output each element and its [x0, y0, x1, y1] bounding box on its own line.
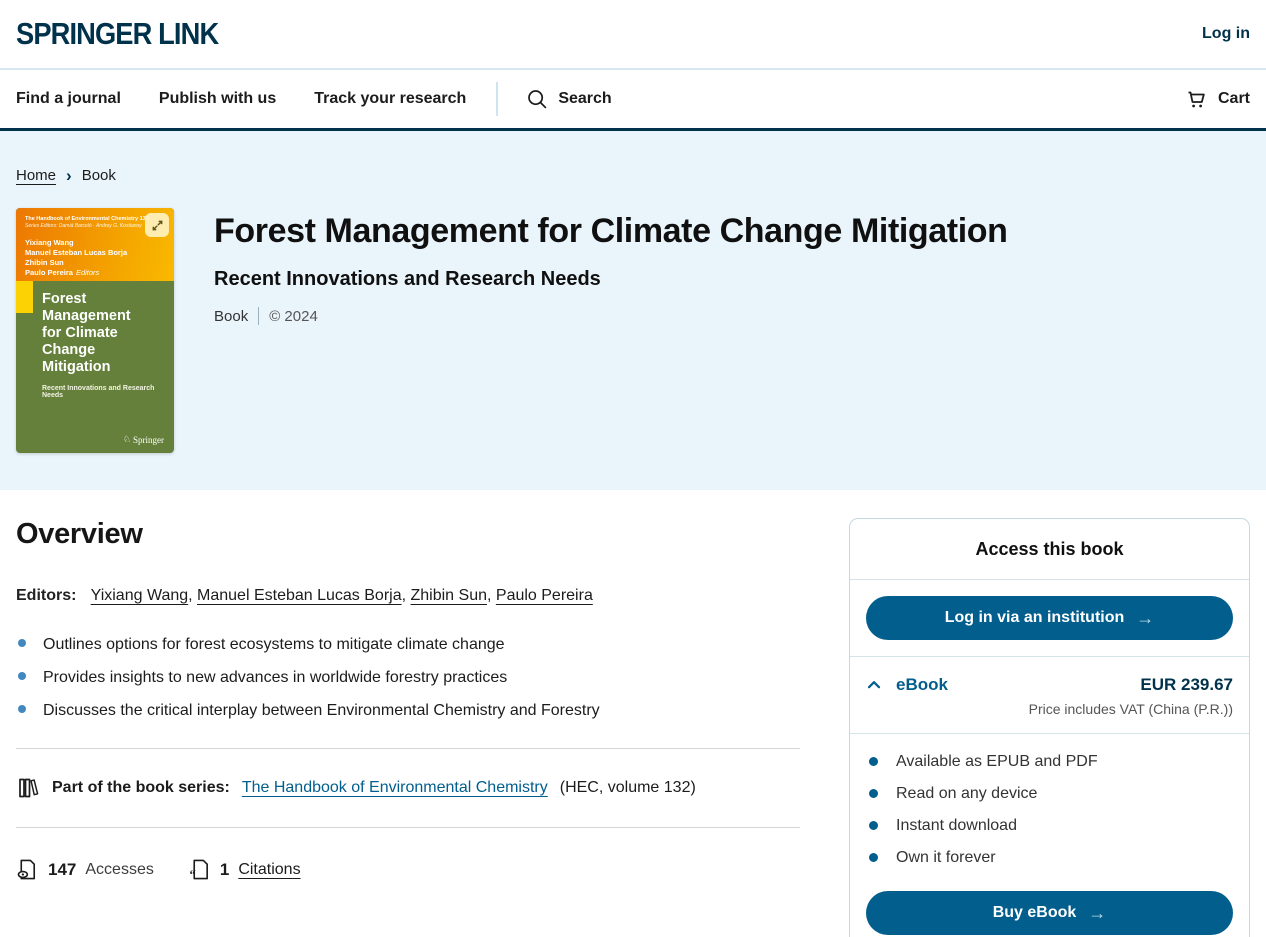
chevron-up-icon [866, 677, 882, 693]
cover-subtitle: Recent Innovations and Research Needs [42, 385, 165, 399]
editor-link[interactable]: Yixiang Wang [91, 587, 189, 604]
book-cover: The Handbook of Environmental Chemistry … [16, 208, 174, 453]
citations-icon: “ [188, 858, 211, 881]
accesses-count: 147 [48, 860, 76, 880]
overview-heading: Overview [16, 518, 800, 551]
series-link[interactable]: The Handbook of Environmental Chemistry [242, 779, 548, 797]
breadcrumb-home-link[interactable]: Home [16, 167, 56, 184]
access-card-title: Access this book [850, 519, 1249, 580]
ebook-features: Available as EPUB and PDF Read on any de… [850, 734, 1249, 885]
book-meta: Book © 2024 [214, 307, 1008, 325]
editors-label: Editors: [16, 587, 76, 604]
site-header: SPRINGER LINK Log in [0, 0, 1266, 70]
cart-button[interactable]: Cart [1184, 87, 1250, 111]
ebook-label: eBook [896, 675, 948, 695]
access-this-book-card: Access this book Log in via an instituti… [849, 518, 1250, 937]
svg-text:“: “ [189, 868, 195, 881]
citations-metric: “ 1 Citations [188, 858, 301, 881]
cover-expand-button[interactable] [145, 213, 169, 237]
copyright-year: © 2024 [269, 308, 318, 325]
search-label: Search [558, 90, 611, 108]
series-volume: (HEC, volume 132) [560, 779, 696, 797]
springer-publisher-logo: ♘ Springer [123, 434, 164, 445]
accesses-label: Accesses [85, 861, 153, 879]
citations-link[interactable]: Citations [238, 861, 300, 879]
content-type: Book [214, 308, 248, 325]
login-via-institution-button[interactable]: Log in via an institution → [866, 596, 1233, 640]
cover-title: Forest Management for Climate Change Mit… [42, 291, 165, 377]
accesses-metric: 147 Accesses [16, 858, 154, 881]
editor-link[interactable]: Paulo Pereira [496, 587, 593, 604]
accesses-icon [16, 858, 39, 881]
ebook-price: EUR 239.67 [1029, 675, 1233, 695]
search-icon [526, 88, 548, 110]
nav-publish-with-us[interactable]: Publish with us [159, 90, 276, 108]
editors-line: Editors: Yixiang Wang, Manuel Esteban Lu… [16, 587, 800, 605]
springer-link-logo[interactable]: SPRINGER LINK [16, 16, 218, 52]
editors-links: Yixiang Wang, Manuel Esteban Lucas Borja… [91, 587, 593, 604]
chevron-right-icon: › [66, 167, 72, 184]
nav-find-a-journal[interactable]: Find a journal [16, 90, 121, 108]
arrow-right-icon: → [1088, 904, 1106, 922]
meta-divider [258, 307, 259, 325]
book-series-icon [16, 776, 40, 800]
search-button[interactable]: Search [526, 88, 611, 110]
main-nav: Find a journal Publish with us Track you… [0, 70, 1266, 131]
series-label: Part of the book series: [52, 779, 230, 797]
editor-link[interactable]: Manuel Esteban Lucas Borja [197, 587, 402, 604]
vat-note: Price includes VAT (China (P.R.)) [1029, 701, 1233, 717]
cart-label: Cart [1218, 90, 1250, 108]
metrics-row: 147 Accesses “ 1 Citations [16, 858, 800, 881]
overview-bullets: Outlines options for forest ecosystems t… [16, 635, 800, 721]
nav-track-your-research[interactable]: Track your research [314, 90, 466, 108]
book-series-row: Part of the book series: The Handbook of… [16, 776, 800, 800]
nav-divider [496, 82, 498, 116]
ebook-feature: Read on any device [866, 785, 1233, 803]
divider [16, 748, 800, 749]
log-in-link[interactable]: Log in [1202, 25, 1250, 43]
page-title: Forest Management for Climate Change Mit… [214, 212, 1008, 251]
book-hero: Home › Book The Handbook of Environmenta… [0, 131, 1266, 490]
ebook-feature: Instant download [866, 817, 1233, 835]
ebook-feature: Available as EPUB and PDF [866, 753, 1233, 771]
ebook-toggle[interactable]: eBook [866, 675, 948, 695]
overview-bullet: Outlines options for forest ecosystems t… [16, 635, 800, 655]
book-subtitle: Recent Innovations and Research Needs [214, 268, 1008, 291]
breadcrumb-current: Book [82, 167, 116, 184]
breadcrumb: Home › Book [16, 167, 1250, 184]
citations-count: 1 [220, 860, 229, 880]
cover-yellow-accent [16, 281, 33, 313]
expand-icon [151, 219, 164, 232]
editor-link[interactable]: Zhibin Sun [411, 587, 488, 604]
cart-icon [1184, 87, 1208, 111]
cover-series-editors: Series Editors: Damià Barceló · Andrey G… [25, 223, 165, 229]
cover-series-title: The Handbook of Environmental Chemistry … [25, 215, 165, 223]
overview-bullet: Discusses the critical interplay between… [16, 701, 800, 721]
cover-authors: Yixiang Wang Manuel Esteban Lucas Borja … [25, 238, 165, 277]
arrow-right-icon: → [1136, 609, 1154, 627]
overview-bullet: Provides insights to new advances in wor… [16, 668, 800, 688]
divider [16, 827, 800, 828]
ebook-price-row: eBook EUR 239.67 Price includes VAT (Chi… [850, 657, 1249, 734]
buy-ebook-button[interactable]: Buy eBook → [866, 891, 1233, 935]
springer-horse-icon: ♘ [123, 434, 131, 445]
ebook-feature: Own it forever [866, 849, 1233, 867]
